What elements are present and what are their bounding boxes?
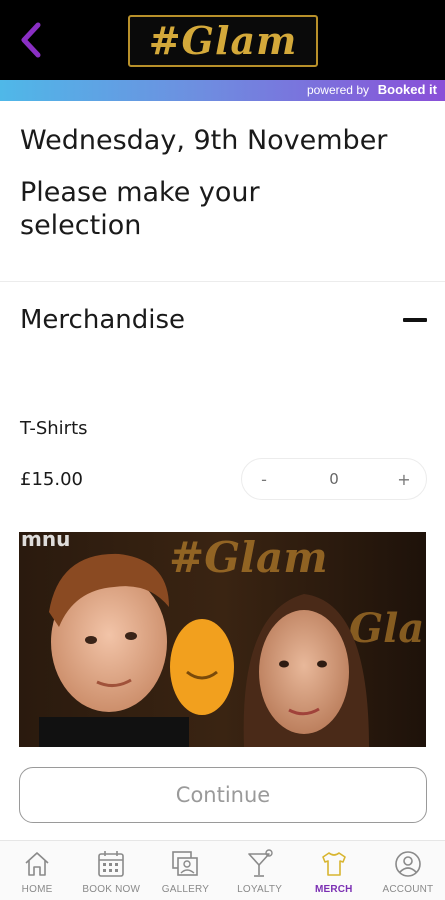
nav-label: LOYALTY [237,884,283,895]
nav-gallery[interactable]: GALLERY [148,841,222,900]
account-icon [395,851,421,877]
cocktail-icon [247,849,273,877]
home-icon [25,852,49,876]
product-name: T-Shirts [20,418,88,439]
powered-by-brand: Booked it [377,82,437,97]
decrement-button[interactable]: - [244,459,284,499]
minus-icon [403,318,427,322]
nav-account[interactable]: ACCOUNT [371,841,445,900]
bottom-nav: HOME BOOK NOW GALLERY LOYALTY MERCH ACCO… [0,840,445,900]
nav-label: GALLERY [161,884,210,895]
collapse-button[interactable] [400,310,430,330]
product-image: #Glam Glam mnu [19,532,426,747]
gallery-icon [172,851,199,876]
svg-text:Glam: Glam [349,605,426,652]
svg-text:mnu: mnu [21,532,70,551]
svg-text:#Glam: #Glam [169,533,328,582]
nav-home[interactable]: HOME [0,841,74,900]
glam-logo: #Glam [128,15,318,67]
increment-button[interactable]: + [384,459,424,499]
powered-by-bar: powered by Booked it [0,80,445,101]
back-button[interactable] [14,20,48,60]
selection-prompt: Please make your selection [20,177,260,241]
page-title: Wednesday, 9th November [20,125,388,156]
tshirt-icon [321,852,346,876]
continue-button[interactable]: Continue [19,767,427,823]
nav-label: ACCOUNT [382,884,434,895]
app-header: #Glam [0,0,445,80]
divider [0,281,445,282]
quantity-stepper: - 0 + [241,458,427,500]
section-title: Merchandise [20,305,186,335]
chevron-left-icon [21,22,41,58]
calendar-icon [98,851,125,877]
nav-book-now[interactable]: BOOK NOW [74,841,148,900]
nav-label: HOME [21,884,53,895]
nav-merch[interactable]: MERCH [297,841,371,900]
nav-label: MERCH [314,884,353,895]
logo-text: #Glam [148,18,298,63]
nav-label: BOOK NOW [82,884,141,895]
powered-by-label: powered by [306,83,369,97]
product-price: £15.00 [20,469,83,490]
nav-loyalty[interactable]: LOYALTY [223,841,297,900]
quantity-value: 0 [329,470,339,488]
